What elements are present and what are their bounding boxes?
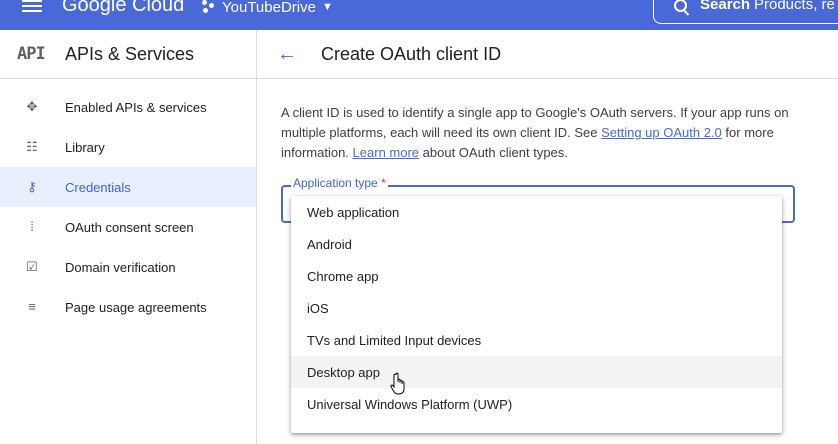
- sidebar-item-label: Domain verification: [65, 259, 176, 275]
- hand-cursor-icon: [390, 372, 405, 395]
- project-selector[interactable]: YouTubeDrive ▼: [202, 0, 333, 16]
- option-ios[interactable]: iOS: [291, 292, 782, 324]
- google-cloud-logo[interactable]: Google Cloud: [62, 0, 184, 17]
- sidebar-item-label: Credentials: [65, 179, 131, 195]
- api-icon: API: [17, 44, 46, 64]
- option-web-application[interactable]: Web application: [291, 196, 782, 228]
- sidebar: API APIs & Services ✥ Enabled APIs & ser…: [0, 30, 257, 444]
- sidebar-item-oauth-consent[interactable]: ⁞ OAuth consent screen: [0, 207, 256, 247]
- application-type-label: Application type *: [291, 176, 388, 190]
- option-uwp[interactable]: Universal Windows Platform (UWP): [291, 388, 782, 420]
- sidebar-item-label: Page usage agreements: [65, 299, 207, 315]
- enabled-apis-icon: ✥: [26, 99, 38, 114]
- library-icon: ☷: [26, 139, 38, 154]
- chevron-down-icon: ▼: [321, 1, 333, 13]
- sidebar-item-page-usage[interactable]: ≡ Page usage agreements: [0, 287, 256, 327]
- description-text-3: about OAuth client types.: [419, 145, 568, 160]
- project-name: YouTubeDrive: [222, 0, 316, 16]
- search-placeholder: Products, re: [754, 0, 835, 13]
- search-label: Search: [700, 0, 751, 13]
- page-title: Create OAuth client ID: [321, 44, 502, 64]
- checkbox-icon: ☑: [26, 259, 38, 274]
- sidebar-item-enabled-apis[interactable]: ✥ Enabled APIs & services: [0, 87, 256, 127]
- menu-icon[interactable]: [22, 0, 42, 12]
- consent-icon: ⁞: [30, 219, 34, 234]
- sidebar-item-credentials[interactable]: ⚷ Credentials: [0, 167, 256, 207]
- back-arrow-icon[interactable]: ←: [277, 43, 297, 66]
- learn-more-link[interactable]: Learn more: [353, 145, 419, 160]
- sidebar-item-label: Enabled APIs & services: [65, 99, 207, 115]
- setting-up-oauth-link[interactable]: Setting up OAuth 2.0: [601, 125, 722, 140]
- option-desktop-app[interactable]: Desktop app: [291, 356, 782, 388]
- sidebar-item-domain-verification[interactable]: ☑ Domain verification: [0, 247, 256, 287]
- field-label-text: Application type: [293, 176, 378, 190]
- page-header: ← Create OAuth client ID: [257, 30, 838, 79]
- application-type-dropdown: Web application Android Chrome app iOS T…: [291, 196, 782, 433]
- option-chrome-app[interactable]: Chrome app: [291, 260, 782, 292]
- top-bar: Google Cloud YouTubeDrive ▼ Search Produ…: [0, 0, 838, 30]
- sidebar-item-label: OAuth consent screen: [65, 219, 194, 235]
- sidebar-item-label: Library: [65, 139, 105, 155]
- sidebar-header: API APIs & Services: [0, 30, 256, 79]
- project-icon: [202, 0, 216, 14]
- search-input[interactable]: Search Products, re: [653, 0, 838, 24]
- key-icon: ⚷: [27, 179, 37, 194]
- settings-list-icon: ≡: [28, 299, 36, 314]
- description: A client ID is used to identify a single…: [281, 103, 801, 163]
- required-mark: *: [381, 176, 386, 190]
- option-tvs-limited-input[interactable]: TVs and Limited Input devices: [291, 324, 782, 356]
- option-android[interactable]: Android: [291, 228, 782, 260]
- sidebar-title: APIs & Services: [65, 43, 195, 64]
- sidebar-nav: ✥ Enabled APIs & services ☷ Library ⚷ Cr…: [0, 87, 256, 327]
- sidebar-item-library[interactable]: ☷ Library: [0, 127, 256, 167]
- search-icon: [674, 0, 687, 12]
